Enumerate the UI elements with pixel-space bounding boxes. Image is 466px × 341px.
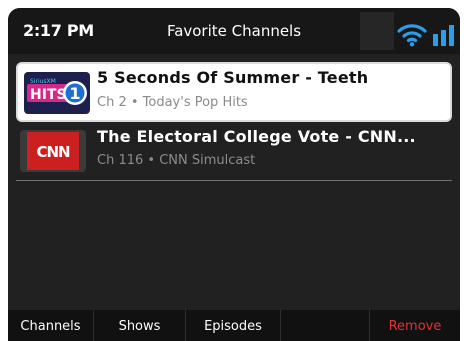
hits1-logo-word: HITS: [30, 87, 67, 103]
wifi-icon: [397, 24, 427, 47]
status-bar: 2:17 PM Favorite Channels: [8, 8, 460, 54]
channel-subtitle: Ch 2 • Today's Pop Hits: [97, 95, 248, 110]
cnn-logo-graphic: CNN: [20, 130, 86, 172]
channel-subtitle: Ch 116 • CNN Simulcast: [97, 153, 256, 168]
status-placeholder: [360, 12, 394, 50]
shows-softkey[interactable]: Shows: [94, 310, 186, 341]
channel-title: The Electoral College Vote - CNN...: [97, 127, 416, 146]
channels-softkey[interactable]: Channels: [8, 310, 94, 341]
remove-softkey[interactable]: Remove: [370, 310, 460, 341]
channel-title: 5 Seconds Of Summer - Teeth: [97, 68, 369, 87]
screen: 2:17 PM Favorite Channels SiriusXM HITS …: [8, 8, 460, 341]
hits1-logo: SiriusXM HITS 1: [24, 72, 90, 114]
signal-strength-icon: [433, 25, 454, 46]
favorite-channel-list: SiriusXM HITS 1 5 Seconds Of Summer - Te…: [16, 62, 452, 181]
hits1-logo-sirius-text: SiriusXM: [30, 78, 56, 85]
channel-row-selected[interactable]: SiriusXM HITS 1 5 Seconds Of Summer - Te…: [16, 62, 452, 122]
channel-row[interactable]: CNN The Electoral College Vote - CNN... …: [16, 124, 452, 181]
hits1-logo-number: 1: [69, 84, 80, 103]
hits1-logo-graphic: SiriusXM HITS 1: [24, 72, 90, 114]
episodes-softkey[interactable]: Episodes: [186, 310, 281, 341]
cnn-logo: CNN: [20, 130, 86, 172]
device: 2:17 PM Favorite Channels SiriusXM HITS …: [0, 0, 466, 341]
cnn-logo-text: CNN: [36, 143, 70, 161]
softkey-bar: Channels Shows Episodes Remove: [8, 310, 460, 341]
empty-softkey[interactable]: [281, 310, 370, 341]
